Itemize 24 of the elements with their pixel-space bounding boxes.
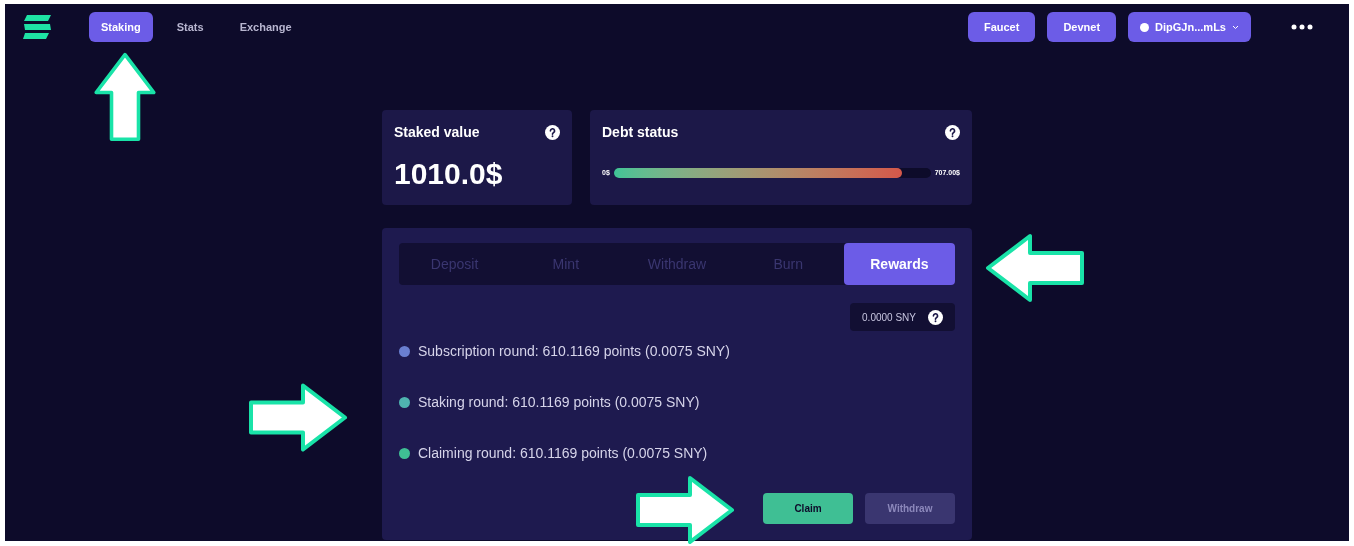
tab[interactable]: Rewards [843,243,955,285]
round-text: Staking round: 610.1169 points (0.0075 SNY) [418,393,700,412]
help-icon[interactable] [945,125,960,140]
nav-tab[interactable]: Exchange [227,12,304,42]
help-icon[interactable] [928,309,943,325]
wallet-icon [1140,22,1150,32]
staked-amount: 1010.0$ [394,156,504,192]
chevron-icon [1232,24,1239,30]
nav-tab[interactable]: Stats [164,12,216,42]
header-button[interactable]: Faucet [967,12,1036,42]
nav-tab[interactable]: Staking [89,12,153,42]
balance-text: 0.0000 SNY [862,310,916,325]
help-icon[interactable] [545,125,560,140]
more-icon[interactable] [1291,24,1313,30]
arrow-icon [985,233,1085,303]
wallet-address: DipGJn...mLs [1155,19,1226,35]
card-title: Debt status [602,123,679,142]
round-text: Subscription round: 610.1169 points (0.0075 SNY) [418,342,730,361]
wallet-button[interactable]: DipGJn...mLs [1128,12,1251,42]
logo-icon[interactable] [21,13,53,41]
card-title: Staked value [394,123,480,142]
round-text: Claiming round: 610.1169 points (0.0075 SNY) [418,444,708,463]
header-button[interactable]: Devnet [1047,12,1117,42]
action-button[interactable]: Claim [763,493,853,524]
